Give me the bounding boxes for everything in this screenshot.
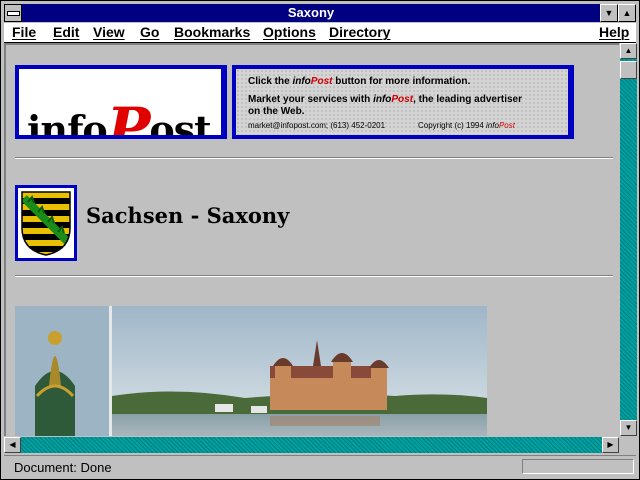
status-bar: Document: Done (4, 455, 636, 478)
menu-bookmarks[interactable]: Bookmarks (174, 24, 250, 40)
horizontal-scrollbar[interactable]: ◀ ▶ (4, 437, 619, 453)
arrow-up-icon[interactable]: ▲ (620, 43, 637, 59)
banner-line-3: on the Web. (248, 106, 305, 117)
browser-window: Saxony ▼ ▲ File Edit View Go Bookmarks O… (0, 0, 640, 480)
arrow-down-icon[interactable]: ▼ (620, 420, 637, 436)
saxony-panorama-image (15, 306, 487, 436)
vertical-scrollbar[interactable]: ▲ ▼ (620, 43, 637, 436)
menu-go[interactable]: Go (140, 24, 159, 40)
banner-line-2: Market your services with infoPost, the … (248, 94, 522, 105)
arrow-right-icon[interactable]: ▶ (602, 437, 619, 453)
infopost-logo: infoPost (27, 95, 212, 135)
vertical-scroll-thumb[interactable] (620, 61, 637, 79)
page-content[interactable]: infoPost Click the infoPost button for m… (4, 43, 619, 436)
infopost-info-banner[interactable]: Click the infoPost button for more infor… (232, 65, 574, 139)
arrow-left-icon[interactable]: ◀ (4, 437, 21, 453)
title-bar[interactable]: Saxony ▼ ▲ (4, 4, 636, 22)
banner-copyright: Copyright (c) 1994 infoPost (418, 121, 515, 130)
menu-file[interactable]: File (12, 24, 36, 40)
menu-options[interactable]: Options (263, 24, 316, 40)
system-menu-icon[interactable] (4, 4, 22, 22)
menu-bar: File Edit View Go Bookmarks Options Dire… (4, 23, 636, 43)
window-title: Saxony (287, 5, 335, 20)
progress-indicator (522, 459, 634, 474)
menu-view[interactable]: View (93, 24, 125, 40)
divider (15, 157, 613, 159)
saxony-crest-link[interactable] (15, 185, 77, 261)
menu-help[interactable]: Help (599, 24, 629, 40)
menu-edit[interactable]: Edit (53, 24, 79, 40)
page-title: Sachsen - Saxony (86, 203, 290, 228)
maximize-button[interactable]: ▲ (618, 4, 636, 22)
banner-contact: market@infopost.com; (613) 452-0201 (248, 121, 386, 130)
menu-directory[interactable]: Directory (329, 24, 390, 40)
saxony-coat-of-arms-icon (21, 191, 71, 256)
infopost-logo-link[interactable]: infoPost (15, 65, 227, 139)
divider (15, 275, 613, 277)
status-text: Document: Done (14, 460, 112, 475)
banner-line-1: Click the infoPost button for more infor… (248, 76, 471, 87)
minimize-button[interactable]: ▼ (600, 4, 618, 22)
